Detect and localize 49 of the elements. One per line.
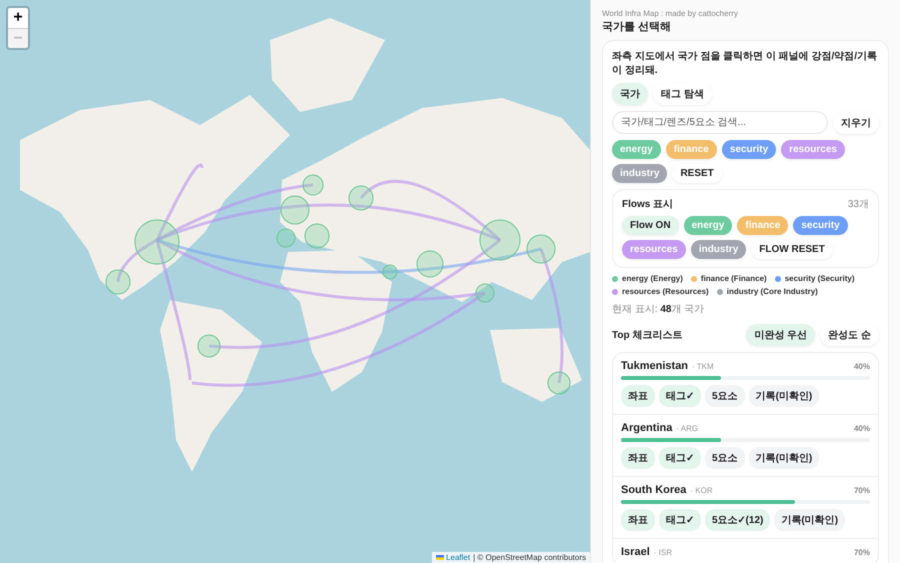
status-tag: 태그✓ xyxy=(659,509,701,531)
flows-count: 33개 xyxy=(848,198,869,211)
status-tag: 5요소 xyxy=(705,447,745,469)
status-tag: 좌표 xyxy=(621,509,655,531)
shown-count-text: 현재 표시: 48개 국가 xyxy=(612,303,706,316)
country-name[interactable]: Israel xyxy=(621,546,650,558)
leaflet-link[interactable]: Leaflet xyxy=(436,553,470,562)
country-code: · KOR xyxy=(690,486,714,495)
intro-text: 좌측 지도에서 국가 점을 클릭하면 이 패널에 강점/약점/기록이 정리돼. xyxy=(612,50,878,77)
search-field[interactable]: 국가/태그/렌즈/5요소 검색... xyxy=(612,111,828,134)
completion-percent: 40% xyxy=(854,362,870,371)
flag-icon xyxy=(436,555,444,560)
status-tag: 5요소 xyxy=(705,385,745,407)
app-subtitle: World Infra Map : made by cattocherry xyxy=(602,9,739,18)
country-name[interactable]: Argentina xyxy=(621,422,672,434)
checklist-title: Top 체크리스트 xyxy=(612,329,684,342)
country-code: · TKM xyxy=(692,362,715,371)
sort-button[interactable]: 완성도 순 xyxy=(820,324,879,346)
status-tag: 5요소✓(12) xyxy=(705,509,770,531)
status-tag: 좌표 xyxy=(621,385,655,407)
legend-label: industry (Core Industry) xyxy=(726,287,818,296)
clear-button[interactable]: 지우기 xyxy=(833,112,879,134)
flows-title: Flows 표시 xyxy=(622,198,674,211)
completion-percent: 70% xyxy=(854,486,870,495)
reset-button[interactable]: RESET xyxy=(672,164,722,183)
legend-label: finance (Finance) xyxy=(700,274,767,283)
completion-percent: 40% xyxy=(854,424,870,433)
status-tag: 태그✓ xyxy=(659,447,701,469)
country-name[interactable]: South Korea xyxy=(621,484,686,496)
country-code: · ISR xyxy=(654,548,673,557)
sort-button[interactable]: 미완성 우선 xyxy=(746,324,816,346)
panel-title: 국가를 선택해 xyxy=(602,20,672,34)
legend-label: energy (Energy) xyxy=(622,274,683,283)
country-name[interactable]: Tukmenistan xyxy=(621,360,688,372)
country-code: · ARG xyxy=(676,424,700,433)
status-tag: 기록(미확인) xyxy=(748,447,820,469)
status-tag: 기록(미확인) xyxy=(748,385,820,407)
flow-toggle-button[interactable]: Flow ON xyxy=(622,216,679,235)
status-tag: 기록(미확인) xyxy=(774,509,846,531)
attribution-text: | © OpenStreetMap contributors xyxy=(473,553,586,562)
status-tag: 좌표 xyxy=(621,447,655,469)
flow-reset-button[interactable]: FLOW RESET xyxy=(751,240,833,259)
legend-label: security (Security) xyxy=(784,274,855,283)
completion-percent: 70% xyxy=(854,548,870,557)
legend-label: resources (Resources) xyxy=(622,287,709,296)
status-tag: 태그✓ xyxy=(659,385,701,407)
mode-tab[interactable]: 국가 xyxy=(612,83,648,105)
mode-tab[interactable]: 태그 탐색 xyxy=(653,83,712,105)
zoom-in-button[interactable]: + xyxy=(8,8,28,28)
